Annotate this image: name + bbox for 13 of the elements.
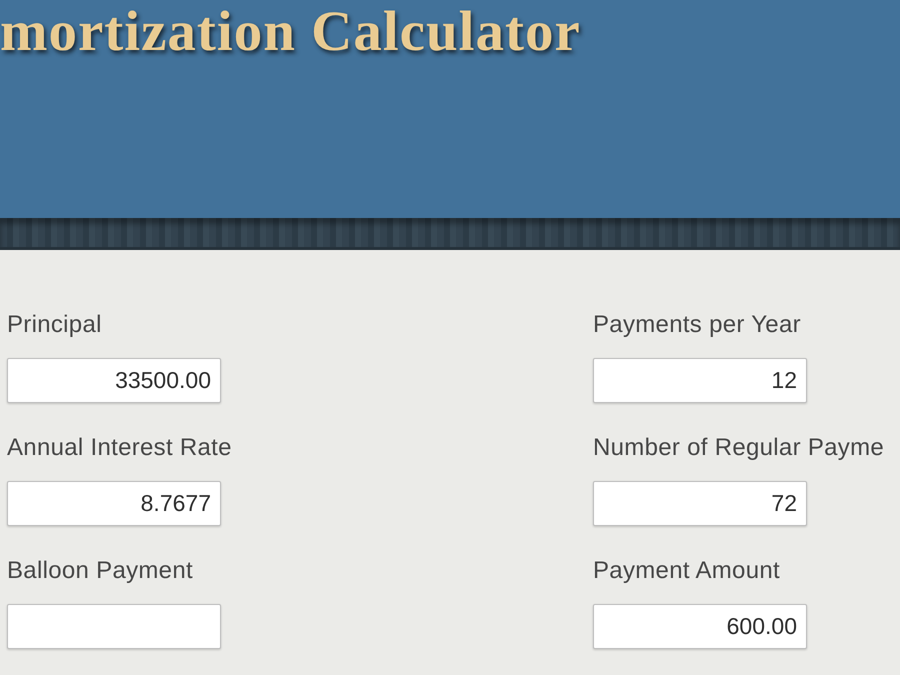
- input-field[interactable]: [7, 604, 221, 649]
- input-field[interactable]: 33500.00: [7, 358, 221, 403]
- input-field[interactable]: 12: [593, 358, 807, 403]
- field-label: Annual Interest Rate: [7, 434, 232, 462]
- input-field[interactable]: 8.7677: [7, 481, 221, 526]
- field-label: Payments per Year: [593, 311, 801, 339]
- input-field[interactable]: 600.00: [593, 604, 807, 649]
- page-title: mortization Calculator: [0, 0, 581, 64]
- field-label: Balloon Payment: [7, 557, 193, 585]
- input-field[interactable]: 72: [593, 481, 807, 526]
- field-label: Principal: [7, 311, 102, 339]
- field-label: Number of Regular Payme: [593, 434, 884, 462]
- field-label: Payment Amount: [593, 557, 780, 585]
